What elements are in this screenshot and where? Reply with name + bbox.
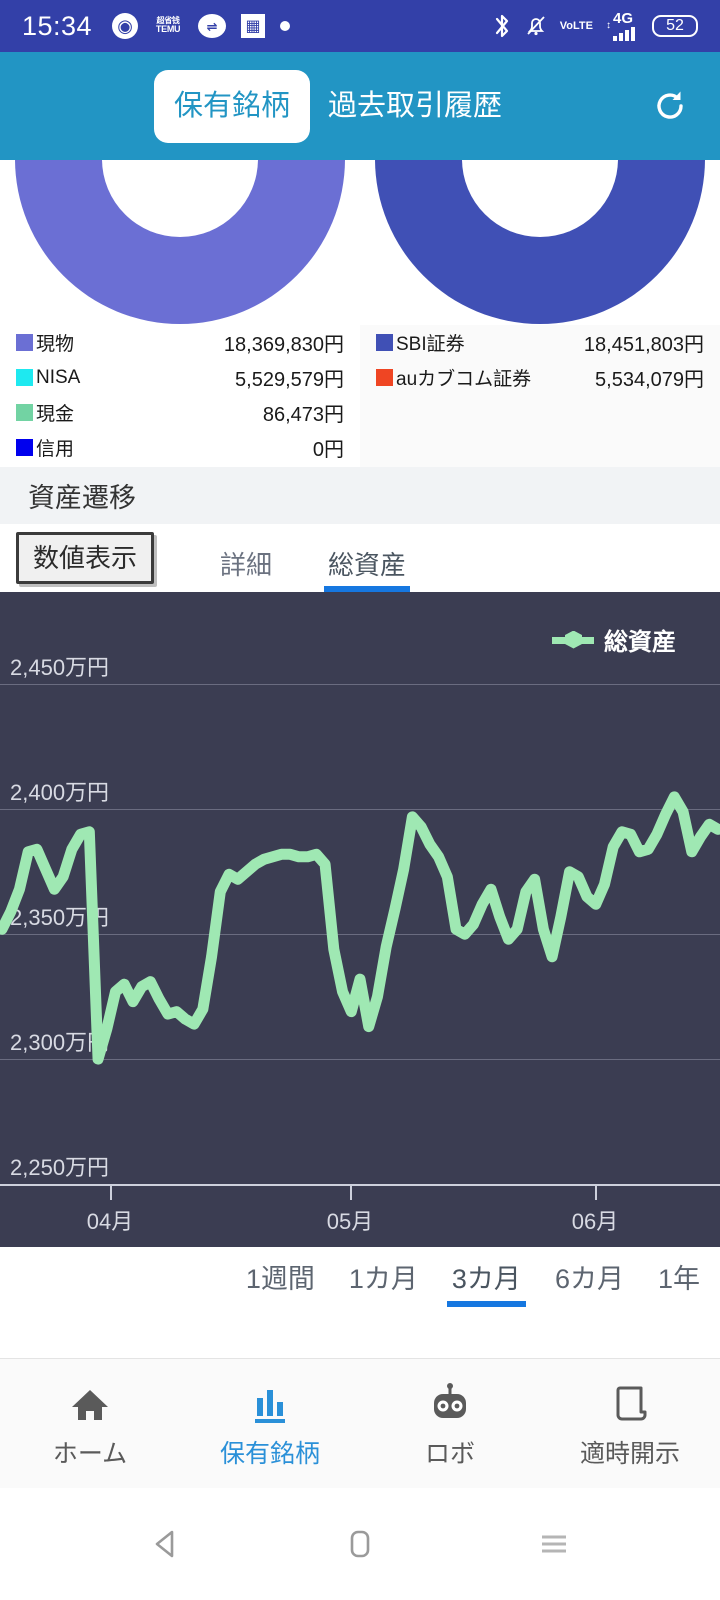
bottom-navigation: ホーム 保有銘柄 ロボ 適時開示 — [0, 1358, 720, 1488]
x-axis-tick-label: 06月 — [571, 1209, 619, 1234]
broker-donut-ring — [375, 160, 705, 324]
legend-label: SBI証券 — [396, 334, 465, 355]
legend-value: 18,451,803円 — [583, 334, 704, 356]
section-title: 資産遷移 — [28, 483, 136, 513]
header-tabs: 保有銘柄 過去取引履歴 — [154, 69, 520, 143]
status-time: 15:34 — [22, 10, 93, 41]
dot-icon — [280, 21, 291, 31]
status-bar: 15:34 ◉ 超省钱 TEMU ⇌ ▦ Vo LTE ↕ 4G 52 — [0, 0, 720, 52]
home-icon — [68, 1378, 112, 1424]
refresh-icon[interactable] — [648, 84, 692, 128]
x-axis-tick — [110, 1186, 112, 1200]
period-option[interactable]: 1週間 — [246, 1265, 315, 1309]
legend-column-asset-type: 現物 18,369,830円 NISA 5,529,579円現金 86,473円信用 0円 — [0, 325, 360, 467]
asset-type-donut-ring — [15, 160, 345, 324]
back-icon[interactable] — [144, 1522, 188, 1566]
bar-chart-icon — [248, 1378, 292, 1424]
legend-value: 0円 — [312, 439, 344, 461]
status-right-icons: Vo LTE ↕ 4G 52 — [492, 11, 698, 41]
tab-holdings[interactable]: 保有銘柄 — [154, 69, 311, 143]
content-spacer — [0, 1327, 720, 1358]
x-axis-tick — [595, 1186, 597, 1200]
legend-label: NISA — [36, 366, 81, 388]
total-assets-line — [2, 797, 718, 1059]
tab-trade-history[interactable]: 過去取引履歴 — [310, 91, 520, 121]
donut-charts — [0, 160, 720, 325]
broker-donut[interactable] — [360, 160, 720, 325]
chrome-icon: ◉ — [112, 13, 139, 39]
recents-icon[interactable] — [532, 1522, 576, 1566]
nav-label-home: ホーム — [52, 1439, 128, 1468]
legend-label: 現物 — [36, 334, 75, 355]
nav-label-holdings: 保有銘柄 — [219, 1439, 320, 1468]
legend-label: 信用 — [36, 439, 75, 460]
volte-top: Vo — [559, 19, 574, 32]
period-option[interactable]: 1カ月 — [349, 1265, 418, 1309]
legend-swatch-icon — [16, 369, 33, 386]
legend-swatch-icon — [376, 334, 393, 351]
nav-item-robo[interactable]: ロボ — [360, 1378, 540, 1470]
battery-indicator: 52 — [652, 14, 698, 38]
legend-section: 現物 18,369,830円 NISA 5,529,579円現金 86,473円信用 0円… — [0, 325, 720, 467]
legend-row: 信用 0円 — [16, 430, 344, 465]
legend-column-broker: SBI証券 18,451,803円 auカブコム証券 5,534,079円 — [360, 325, 720, 467]
chart-line-path — [0, 592, 720, 1247]
asset-transition-chart[interactable]: 総資産 2,450万円 2,400万円 2,350万円 2,300万円 2,250万円 … — [0, 592, 720, 1247]
legend-value: 5,529,579円 — [235, 369, 344, 391]
legend-label: 現金 — [36, 404, 75, 425]
temu-icon: 超省钱 TEMU — [153, 13, 183, 39]
volte-icon: Vo LTE — [559, 19, 593, 32]
x-axis-tick-label: 05月 — [326, 1209, 374, 1234]
numeric-display-button[interactable]: 数値表示 — [16, 532, 155, 584]
legend-value: 86,473円 — [262, 404, 344, 426]
temu-bottom-text: TEMU — [155, 24, 181, 35]
section-header: 資産遷移 — [0, 467, 720, 524]
home-icon[interactable] — [338, 1522, 382, 1566]
oval-icon: ⇌ — [198, 14, 227, 38]
legend-row: 現金 86,473円 — [16, 395, 344, 430]
document-icon — [608, 1378, 652, 1424]
legend-swatch-icon — [16, 439, 33, 456]
chart-controls: 数値表示 詳細 総資産 — [0, 524, 720, 592]
bell-muted-icon — [525, 13, 547, 39]
x-axis-line — [0, 1184, 720, 1186]
period-selector: 1週間 1カ月 3カ月 6カ月 1年 — [0, 1247, 720, 1327]
volte-bottom: LTE — [573, 19, 593, 32]
legend-value: 18,369,830円 — [223, 334, 344, 356]
status-left-icons: ◉ 超省钱 TEMU ⇌ ▦ — [112, 13, 291, 39]
legend-value: 5,534,079円 — [595, 369, 704, 391]
network-label: 4G — [613, 10, 634, 27]
legend-swatch-icon — [16, 334, 33, 351]
tab-detail[interactable]: 詳細 — [220, 552, 272, 592]
tab-total-assets[interactable]: 総資産 — [324, 552, 411, 592]
legend-row: SBI証券 18,451,803円 — [376, 325, 704, 360]
app-header: 保有銘柄 過去取引履歴 — [0, 52, 720, 160]
period-option[interactable]: 3カ月 — [446, 1265, 526, 1309]
legend-row: 現物 18,369,830円 — [16, 325, 344, 360]
nav-item-holdings[interactable]: 保有銘柄 — [180, 1378, 360, 1470]
x-axis-tick — [350, 1186, 352, 1200]
legend-label: auカブコム証券 — [396, 369, 532, 390]
nav-label-disclosure: 適時開示 — [579, 1439, 680, 1468]
legend-row: NISA 5,529,579円 — [16, 360, 344, 395]
legend-swatch-icon — [376, 369, 393, 386]
gallery-icon: ▦ — [241, 14, 266, 38]
x-axis-tick-label: 04月 — [86, 1209, 134, 1234]
asset-type-donut[interactable] — [0, 160, 360, 325]
android-navigation-bar — [0, 1488, 720, 1600]
signal-icon: ↕ 4G — [606, 11, 639, 41]
legend-swatch-icon — [16, 404, 33, 421]
nav-item-home[interactable]: ホーム — [0, 1378, 180, 1470]
app-screen: 15:34 ◉ 超省钱 TEMU ⇌ ▦ Vo LTE ↕ 4G 52 保有銘柄… — [0, 0, 720, 1600]
period-option[interactable]: 6カ月 — [555, 1265, 624, 1309]
chart-sub-tabs: 詳細 総資産 — [220, 524, 411, 592]
legend-row: auカブコム証券 5,534,079円 — [376, 360, 704, 395]
bluetooth-icon — [492, 13, 512, 39]
robot-icon — [428, 1378, 472, 1424]
nav-item-disclosure[interactable]: 適時開示 — [540, 1378, 720, 1470]
period-option[interactable]: 1年 — [658, 1265, 700, 1309]
nav-label-robo: ロボ — [424, 1439, 475, 1468]
